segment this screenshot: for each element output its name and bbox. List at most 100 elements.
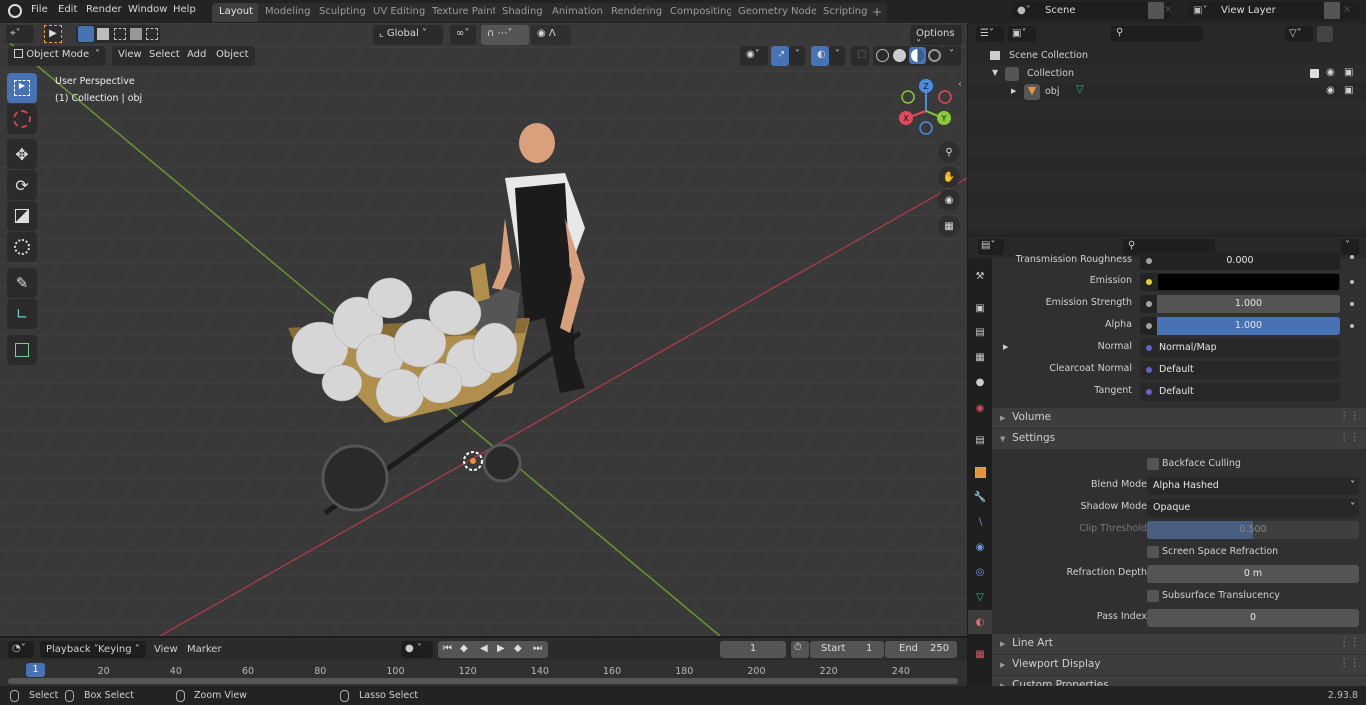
tab-texture-paint[interactable]: Texture Paint bbox=[425, 3, 504, 22]
3d-viewport[interactable]: ⌖˅ ▶ ⌞ Global ˅ ∞˅ ∩ ⋯˅ ◉ Λ Options ˅ Ob… bbox=[0, 23, 967, 636]
pivot-point-dropdown[interactable]: ∞˅ bbox=[450, 25, 476, 45]
display-mode-dropdown[interactable]: ▣˅ bbox=[1008, 26, 1036, 42]
view-layer-selector[interactable]: ▣˅ View Layer × bbox=[1188, 2, 1360, 19]
tab-geometry-nodes[interactable]: Geometry Nodes bbox=[731, 3, 830, 22]
gizmo-dropdown[interactable]: ˅ bbox=[789, 46, 805, 66]
menu-window[interactable]: Window bbox=[128, 4, 167, 15]
menu-help[interactable]: Help bbox=[173, 4, 196, 15]
mode-invert-icon[interactable] bbox=[130, 28, 142, 40]
pan-view-button[interactable]: ✋ bbox=[938, 166, 960, 188]
gizmo-toggle[interactable]: ↗ bbox=[771, 46, 789, 66]
scene-selector[interactable]: ●˅ Scene × bbox=[1012, 2, 1172, 19]
outliner-row[interactable]: Scene Collection bbox=[968, 47, 1366, 65]
keyframe-dot[interactable] bbox=[1350, 302, 1354, 306]
tab-compositing[interactable]: Compositing bbox=[663, 3, 740, 22]
playhead[interactable]: 1 bbox=[26, 663, 45, 677]
camera-view-button[interactable]: ◉ bbox=[938, 189, 960, 211]
expand-arrow-icon[interactable]: ▼ bbox=[992, 68, 998, 77]
tool-measure[interactable]: ∟ bbox=[7, 299, 37, 329]
visibility-dropdown[interactable]: ◉˅ bbox=[740, 46, 768, 66]
emission-strength-field[interactable]: 1.000 bbox=[1140, 295, 1340, 313]
close-view-layer-icon[interactable]: × bbox=[1343, 4, 1351, 15]
tangent-field[interactable]: Default bbox=[1140, 383, 1340, 401]
zoom-view-button[interactable]: ⚲ bbox=[938, 141, 960, 163]
sidebar-toggle[interactable]: ‹ bbox=[958, 79, 962, 90]
refraction-depth-field[interactable]: 0 m bbox=[1147, 565, 1359, 583]
drag-handle-icon[interactable]: ⋮⋮ bbox=[1339, 410, 1360, 422]
expand-arrow-icon[interactable]: ▶ bbox=[1003, 343, 1008, 351]
shadow-mode-dropdown[interactable]: Opaque ˅ bbox=[1147, 499, 1359, 517]
clearcoat-normal-field[interactable]: Default bbox=[1140, 361, 1340, 379]
playback-dropdown[interactable]: Playback ˅ bbox=[46, 644, 99, 655]
jump-start-icon[interactable]: ⏮ bbox=[443, 643, 452, 654]
panel-line-art[interactable]: ▶ Line Art ⋮⋮ bbox=[992, 634, 1366, 654]
preview-range-toggle[interactable]: ⏱ bbox=[791, 641, 809, 658]
tab-collection[interactable]: ▤ bbox=[968, 428, 992, 452]
overlays-toggle[interactable]: ◐ bbox=[811, 46, 829, 66]
tool-transform[interactable] bbox=[7, 232, 37, 262]
snap-toggle[interactable]: ∩ ⋯˅ bbox=[481, 25, 529, 45]
drag-handle-icon[interactable]: ⋮⋮ bbox=[1339, 636, 1360, 648]
emission-color-field[interactable] bbox=[1140, 273, 1340, 291]
scene-model-preview[interactable] bbox=[280, 118, 620, 518]
keyframe-dot[interactable] bbox=[1350, 255, 1354, 259]
tool-cursor[interactable] bbox=[7, 104, 37, 134]
panel-settings[interactable]: ▼ Settings ⋮⋮ bbox=[992, 429, 1366, 449]
overlays-dropdown[interactable]: ˅ bbox=[829, 46, 845, 66]
menu-object[interactable]: Object bbox=[210, 46, 255, 66]
keyframe-dot[interactable] bbox=[1350, 280, 1354, 284]
tab-animation[interactable]: Animation bbox=[545, 3, 610, 22]
new-collection-button[interactable] bbox=[1317, 26, 1333, 42]
mode-intersect-icon[interactable] bbox=[146, 28, 158, 40]
editor-type-button[interactable]: ⌖˅ bbox=[6, 25, 34, 43]
tool-move[interactable]: ✥ bbox=[7, 139, 37, 169]
expand-arrow-icon[interactable]: ▶ bbox=[1011, 87, 1016, 95]
visibility-eye-icon[interactable]: ◉ bbox=[1326, 85, 1335, 96]
exclude-checkbox[interactable] bbox=[1310, 69, 1319, 78]
tool-annotate[interactable]: ✎ bbox=[7, 268, 37, 298]
auto-keying-toggle[interactable]: ● ˅ bbox=[401, 641, 433, 658]
tweak-tool-icon[interactable]: ▶ bbox=[44, 25, 62, 43]
timeline-menu-marker[interactable]: Marker bbox=[187, 644, 222, 655]
proportional-edit-toggle[interactable]: ◉ Λ bbox=[531, 25, 571, 45]
transform-orientation-dropdown[interactable]: ⌞ Global ˅ bbox=[373, 25, 443, 45]
tool-rotate[interactable]: ⟳ bbox=[7, 170, 37, 200]
tool-select-box[interactable]: ▶ bbox=[7, 73, 37, 103]
mode-set-icon[interactable] bbox=[78, 26, 94, 42]
blend-mode-dropdown[interactable]: Alpha Hashed ˅ bbox=[1147, 477, 1359, 495]
timeline-editor-type[interactable]: ◔˅ bbox=[8, 641, 34, 658]
copy-scene-icon[interactable] bbox=[1148, 2, 1164, 19]
ortho-toggle-button[interactable]: ▦ bbox=[938, 215, 960, 237]
mode-subtract-icon[interactable] bbox=[114, 28, 126, 40]
xray-toggle[interactable]: □ bbox=[851, 46, 869, 66]
backface-culling-checkbox[interactable] bbox=[1147, 458, 1159, 470]
solid-shading-icon[interactable] bbox=[893, 49, 906, 62]
timeline-scrollbar[interactable] bbox=[8, 678, 958, 684]
tab-rendering[interactable]: Rendering bbox=[604, 3, 670, 22]
keying-dropdown[interactable]: Keying ˅ bbox=[98, 644, 140, 655]
jump-end-icon[interactable]: ⏭ bbox=[533, 643, 542, 654]
outliner-row[interactable]: ▼ Collection ◉ ▣ bbox=[968, 65, 1366, 83]
keyframe-dot[interactable] bbox=[1350, 324, 1354, 328]
visibility-eye-icon[interactable]: ◉ bbox=[1326, 67, 1335, 78]
outliner-row[interactable]: ▶ ▼ obj ▽ ◉ ▣ bbox=[968, 83, 1366, 101]
timeline-menu-view[interactable]: View bbox=[154, 644, 178, 655]
close-scene-icon[interactable]: × bbox=[1164, 4, 1172, 15]
material-shading-icon[interactable] bbox=[909, 47, 926, 64]
transmission-roughness-field[interactable]: 0.000 bbox=[1140, 252, 1340, 270]
menu-add[interactable]: Add bbox=[181, 46, 213, 66]
clip-threshold-slider[interactable]: 0.500 bbox=[1147, 521, 1359, 539]
render-camera-icon[interactable]: ▣ bbox=[1344, 85, 1353, 96]
play-reverse-icon[interactable]: ◀ bbox=[480, 643, 488, 654]
mode-extend-icon[interactable] bbox=[97, 28, 109, 40]
filter-dropdown[interactable]: ▽˅ bbox=[1285, 26, 1313, 42]
end-frame-field[interactable]: End 250 bbox=[885, 641, 957, 658]
play-icon[interactable]: ▶ bbox=[497, 643, 505, 654]
rendered-shading-icon[interactable] bbox=[928, 49, 941, 62]
blender-logo-icon[interactable] bbox=[8, 4, 22, 18]
mode-dropdown[interactable]: Object Mode ˅ bbox=[8, 46, 106, 66]
menu-select[interactable]: Select bbox=[143, 46, 186, 66]
drag-handle-icon[interactable]: ⋮⋮ bbox=[1339, 431, 1360, 443]
render-camera-icon[interactable]: ▣ bbox=[1344, 67, 1353, 78]
shading-dropdown[interactable]: ˅ bbox=[943, 46, 961, 66]
